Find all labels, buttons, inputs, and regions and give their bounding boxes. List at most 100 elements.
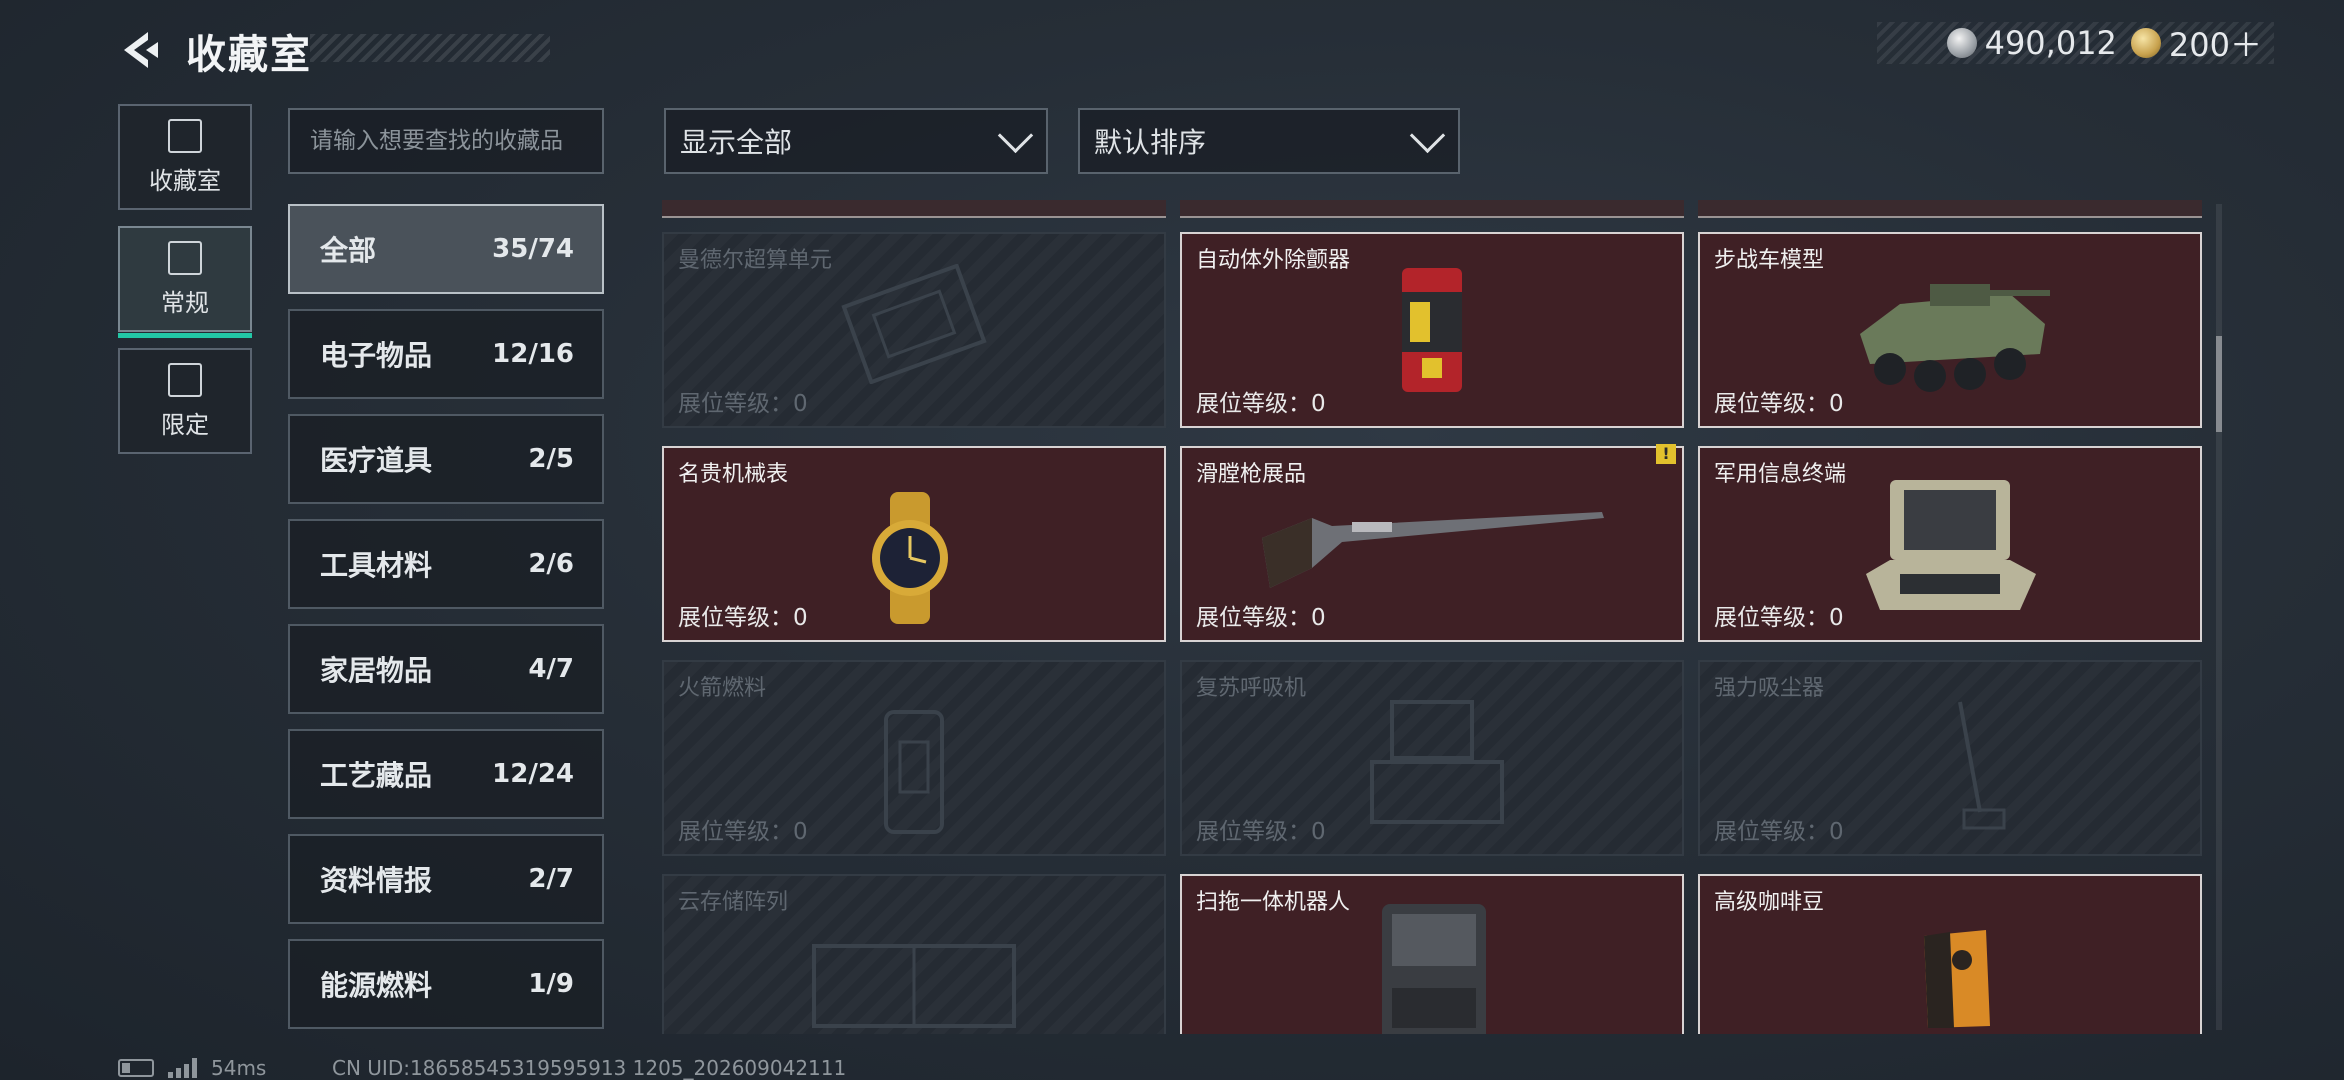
item-level: 展位等级：0	[678, 391, 808, 417]
chevron-down-icon	[1409, 117, 1446, 153]
currency-bar: 490,012 200＋	[1876, 20, 2274, 66]
item-level: 展位等级：0	[678, 605, 808, 631]
item-name: 军用信息终端	[1714, 462, 1847, 487]
collection-card[interactable]: 曼德尔超算单元 展位等级：0	[662, 232, 1166, 428]
military-terminal-icon	[1866, 480, 2036, 610]
partial-card	[1180, 200, 1684, 218]
category-name: 工艺藏品	[320, 759, 433, 792]
category-name: 电子物品	[320, 339, 433, 372]
collection-icon	[168, 118, 202, 153]
item-name: 云存储阵列	[678, 890, 789, 915]
item-level: 展位等级：0	[1714, 605, 1844, 631]
dropdown-value: 默认排序	[1094, 126, 1207, 159]
item-level: 展位等级：0	[1196, 819, 1326, 845]
vacuum-cleaner-icon	[1958, 701, 2006, 830]
ping-text: 54ms	[211, 1056, 267, 1080]
item-level: 展位等级：0	[1196, 605, 1326, 631]
item-name: 扫拖一体机器人	[1196, 890, 1351, 915]
ifv-model-icon	[1860, 284, 2050, 392]
item-name: 高级咖啡豆	[1714, 890, 1825, 915]
silver-currency: 490,012	[1946, 24, 2117, 62]
collection-card[interactable]: 火箭燃料 展位等级：0	[662, 660, 1166, 856]
category-count: 2/6	[528, 549, 574, 579]
cloud-storage-icon	[812, 944, 1016, 1028]
warning-badge: !	[1656, 444, 1676, 464]
category-medical[interactable]: 医疗道具 2/5	[288, 414, 604, 504]
category-electronics[interactable]: 电子物品 12/16	[288, 309, 604, 399]
gold-coin-icon	[2130, 28, 2161, 58]
gold-currency[interactable]: 200＋	[2130, 20, 2262, 66]
item-name: 步战车模型	[1714, 248, 1825, 273]
ventilator-icon	[1370, 700, 1504, 824]
category-count: 1/9	[528, 969, 574, 999]
collection-card[interactable]: ! 滑膛枪展品 展位等级：0	[1180, 444, 1684, 642]
collection-card[interactable]: 强力吸尘器 展位等级：0	[1698, 660, 2202, 856]
category-name: 医疗道具	[320, 444, 433, 477]
defibrillator-icon	[1402, 268, 1462, 392]
collection-card[interactable]: 军用信息终端 展位等级：0	[1698, 446, 2202, 642]
silver-coin-icon	[1946, 28, 1977, 58]
coffee-beans-icon	[1924, 930, 1990, 1028]
item-name: 滑膛枪展品	[1196, 462, 1307, 487]
category-tools[interactable]: 工具材料 2/6	[288, 519, 604, 609]
category-count: 35/74	[492, 234, 574, 264]
mop-robot-icon	[1382, 904, 1486, 1034]
nav-label: 常规	[161, 288, 209, 317]
musket-icon	[1262, 512, 1604, 588]
nav-label: 收藏室	[149, 166, 221, 195]
item-name: 名贵机械表	[678, 462, 789, 487]
category-household[interactable]: 家居物品 4/7	[288, 624, 604, 714]
nav-label: 限定	[161, 410, 209, 439]
collection-card[interactable]: 自动体外除颤器 展位等级：0	[1180, 232, 1684, 428]
nav-regular[interactable]: 常规	[118, 226, 252, 338]
item-name: 自动体外除颤器	[1196, 248, 1351, 273]
luxury-watch-icon	[872, 492, 948, 624]
partial-card	[1698, 200, 2202, 218]
uid-text: CN UID:18658545319595913 1205_2026090421…	[332, 1056, 847, 1080]
collection-card[interactable]: 名贵机械表 展位等级：0	[662, 446, 1166, 642]
category-intel[interactable]: 资料情报 2/7	[288, 834, 604, 924]
item-name: 强力吸尘器	[1714, 676, 1825, 701]
back-arrow-icon[interactable]	[118, 28, 162, 72]
silver-amount: 490,012	[1984, 24, 2117, 62]
item-level: 展位等级：0	[1714, 819, 1844, 845]
category-count: 2/7	[528, 864, 574, 894]
collection-card[interactable]: 高级咖啡豆	[1698, 874, 2202, 1034]
item-name: 复苏呼吸机	[1196, 676, 1307, 701]
signal-icon	[168, 1058, 197, 1078]
item-name: 火箭燃料	[678, 676, 767, 701]
item-level: 展位等级：0	[678, 819, 808, 845]
collection-card[interactable]: 复苏呼吸机 展位等级：0	[1180, 660, 1684, 856]
nav-collection-room[interactable]: 收藏室	[118, 104, 252, 210]
item-name: 曼德尔超算单元	[678, 248, 833, 273]
category-name: 家居物品	[320, 654, 433, 687]
category-name: 工具材料	[320, 549, 433, 582]
category-count: 4/7	[528, 654, 574, 684]
title-decoration	[310, 34, 550, 62]
grid-scrollbar[interactable]	[2216, 204, 2222, 1030]
collection-grid[interactable]: 曼德尔超算单元 展位等级：0 自动体外除颤器 展位等级：0 步战车模型 展位等级…	[662, 200, 2202, 1034]
gold-amount: 200＋	[2168, 26, 2262, 64]
collection-card[interactable]: 云存储阵列	[662, 874, 1166, 1034]
scrollbar-thumb[interactable]	[2216, 336, 2222, 432]
collection-card[interactable]: 扫拖一体机器人	[1180, 874, 1684, 1034]
show-filter-dropdown[interactable]: 显示全部	[664, 108, 1048, 174]
rocket-fuel-icon	[884, 710, 944, 834]
status-bar: 54ms	[118, 1056, 266, 1080]
category-count: 12/16	[492, 339, 574, 369]
dropdown-value: 显示全部	[680, 126, 793, 159]
item-level: 展位等级：0	[1714, 391, 1844, 417]
sort-dropdown[interactable]: 默认排序	[1078, 108, 1460, 174]
category-crafts[interactable]: 工艺藏品 12/24	[288, 729, 604, 819]
search-input[interactable]	[288, 108, 604, 174]
category-energy[interactable]: 能源燃料 1/9	[288, 939, 604, 1029]
page-title: 收藏室	[186, 32, 312, 78]
category-all[interactable]: 全部 35/74	[288, 204, 604, 294]
limited-icon	[168, 362, 202, 397]
chevron-down-icon	[997, 117, 1034, 153]
category-name: 全部	[320, 234, 377, 267]
collection-card[interactable]: 步战车模型 展位等级：0	[1698, 232, 2202, 428]
category-count: 2/5	[528, 444, 574, 474]
nav-limited[interactable]: 限定	[118, 348, 252, 454]
category-name: 能源燃料	[320, 969, 433, 1002]
